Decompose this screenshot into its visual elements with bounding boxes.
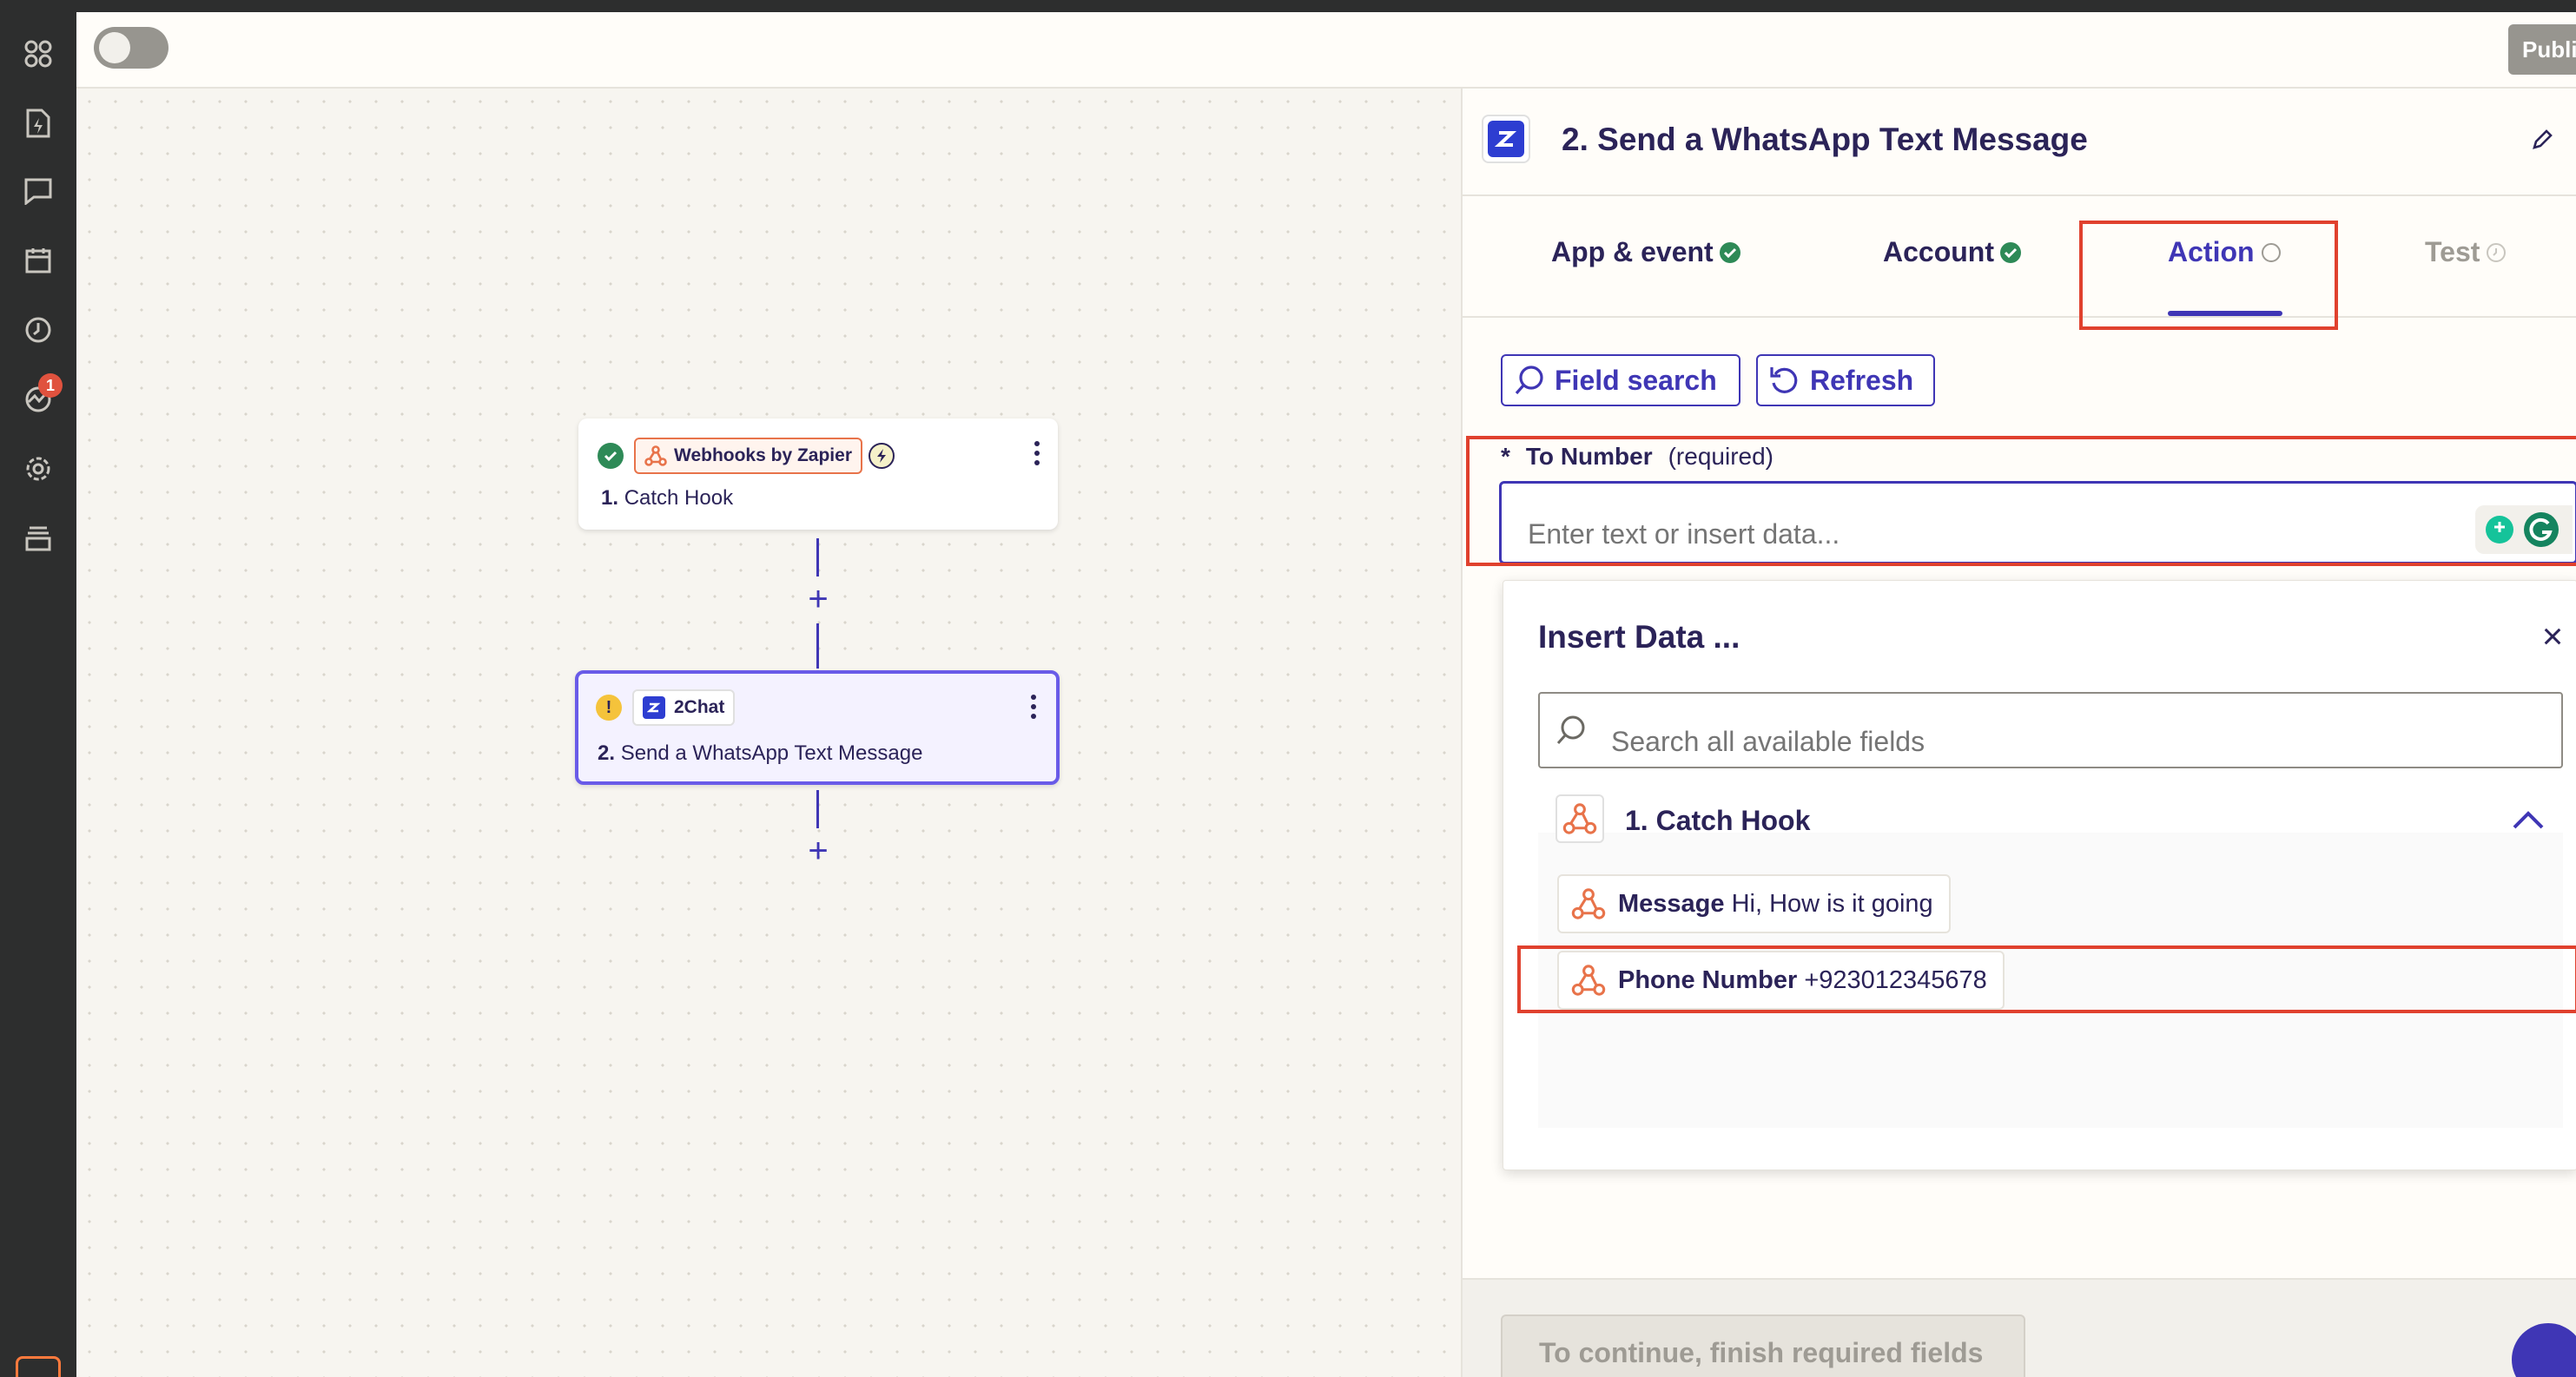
grammarly-g-icon xyxy=(2524,512,2559,547)
tab-account[interactable]: Account xyxy=(1883,236,2022,268)
left-rail: 1 xyxy=(0,0,76,1377)
add-step-plus-icon[interactable]: + xyxy=(801,833,836,868)
tab-label: Test xyxy=(2425,236,2480,267)
app-pill-label: 2Chat xyxy=(674,697,725,717)
tab-label: Account xyxy=(1883,236,1994,267)
clock-circle-icon xyxy=(2487,242,2507,262)
refresh-button[interactable]: Refresh xyxy=(1756,354,1935,406)
zap-file-icon[interactable] xyxy=(19,104,57,142)
step-card-send-whatsapp[interactable]: ! 2Chat 2. Send a WhatsApp Text Message xyxy=(575,670,1060,785)
step2-title: 2. Send a WhatsApp Text Message xyxy=(598,741,923,765)
notification-badge: 1 xyxy=(38,373,63,398)
top-bar: Publis xyxy=(76,12,2576,89)
edit-pencil-icon[interactable] xyxy=(2531,127,2559,155)
step-card-catch-hook[interactable]: Webhooks by Zapier 1. Catch Hook xyxy=(578,418,1058,530)
tab-test[interactable]: Test xyxy=(2425,236,2507,268)
tabs-divider xyxy=(1463,316,2576,318)
warning-icon: ! xyxy=(596,695,622,721)
insert-data-popover: Insert Data ... × 1. Catch Hook Message … xyxy=(1503,580,2576,1170)
instant-trigger-bolt-icon xyxy=(869,443,895,469)
upgrade-icon[interactable] xyxy=(16,1356,61,1377)
check-circle-icon xyxy=(1719,241,1740,263)
success-check-icon xyxy=(598,443,624,469)
refresh-icon xyxy=(1770,367,1798,393)
calendar-icon[interactable] xyxy=(19,241,57,280)
grammarly-widget[interactable] xyxy=(2475,505,2573,554)
tab-label: App & event xyxy=(1551,236,1714,267)
data-item-message[interactable]: Message Hi, How is it going xyxy=(1557,874,1951,933)
search-icon xyxy=(1556,715,1585,744)
2chat-logo-icon xyxy=(643,696,665,719)
lightbulb-icon xyxy=(2486,516,2513,544)
step1-title: 1. Catch Hook xyxy=(601,486,734,510)
panel-title: 2. Send a WhatsApp Text Message xyxy=(1562,122,2088,157)
check-circle-icon xyxy=(2000,241,2021,263)
data-item-value: +923012345678 xyxy=(1804,965,1987,994)
to-number-label: * To Number (required) xyxy=(1501,443,1773,470)
panel-header: 2. Send a WhatsApp Text Message xyxy=(1463,89,2576,196)
toggle-knob xyxy=(99,32,130,63)
webhook-icon xyxy=(1571,965,1606,996)
chat-icon[interactable] xyxy=(19,172,57,210)
close-icon[interactable]: × xyxy=(2535,618,2570,655)
data-group-catch-hook[interactable]: 1. Catch Hook xyxy=(1538,775,2563,859)
chevron-up-icon[interactable] xyxy=(2509,801,2547,840)
top-strip xyxy=(76,0,2576,12)
insert-data-title: Insert Data ... xyxy=(1538,619,1740,655)
connector-line xyxy=(816,538,819,576)
field-search-label: Field search xyxy=(1555,364,1717,396)
webhook-icon xyxy=(1556,794,1604,843)
publish-button[interactable]: Publis xyxy=(2508,24,2576,75)
step2-menu-kebab-icon[interactable] xyxy=(1023,689,1044,724)
connector-line xyxy=(816,790,819,828)
empty-circle-icon xyxy=(2261,242,2281,262)
data-item-key: Phone Number xyxy=(1618,965,1798,994)
refresh-label: Refresh xyxy=(1810,364,1914,396)
stack-layers-icon[interactable] xyxy=(19,519,57,557)
add-step-plus-icon[interactable]: + xyxy=(801,582,836,616)
insert-data-search-input[interactable] xyxy=(1538,692,2563,768)
webhook-icon xyxy=(644,445,667,466)
step-editor-panel: 2. Send a WhatsApp Text Message App & ev… xyxy=(1461,89,2576,1377)
app-pill-2chat: 2Chat xyxy=(632,689,736,726)
to-number-input[interactable] xyxy=(1499,481,2576,564)
data-item-phone-number[interactable]: Phone Number +923012345678 xyxy=(1557,951,2005,1010)
panel-footer: To continue, finish required fields xyxy=(1463,1278,2576,1377)
data-group-label: 1. Catch Hook xyxy=(1625,805,1811,836)
zap-on-off-toggle[interactable] xyxy=(94,27,168,69)
data-item-key: Message xyxy=(1618,889,1725,918)
field-search-button[interactable]: Field search xyxy=(1501,354,1740,406)
settings-gear-icon[interactable] xyxy=(19,450,57,488)
connector-line xyxy=(816,623,819,669)
2chat-logo-icon xyxy=(1482,115,1530,163)
search-icon xyxy=(1515,366,1543,395)
tab-label: Action xyxy=(2168,236,2255,267)
workflow-canvas[interactable]: Webhooks by Zapier 1. Catch Hook + ! 2Ch… xyxy=(76,89,1461,1377)
tab-app-event[interactable]: App & event xyxy=(1551,236,1741,268)
data-item-value: Hi, How is it going xyxy=(1731,889,1933,918)
tab-action[interactable]: Action xyxy=(2168,236,2282,268)
app-pill-label: Webhooks by Zapier xyxy=(674,445,852,465)
step1-menu-kebab-icon[interactable] xyxy=(1027,436,1047,471)
app-pill-webhooks: Webhooks by Zapier xyxy=(634,438,862,474)
webhook-icon xyxy=(1571,888,1606,919)
continue-button[interactable]: To continue, finish required fields xyxy=(1501,1314,2025,1377)
help-support-icon[interactable] xyxy=(2512,1323,2576,1377)
history-clock-icon[interactable] xyxy=(19,311,57,349)
apps-grid-icon[interactable] xyxy=(19,35,57,73)
